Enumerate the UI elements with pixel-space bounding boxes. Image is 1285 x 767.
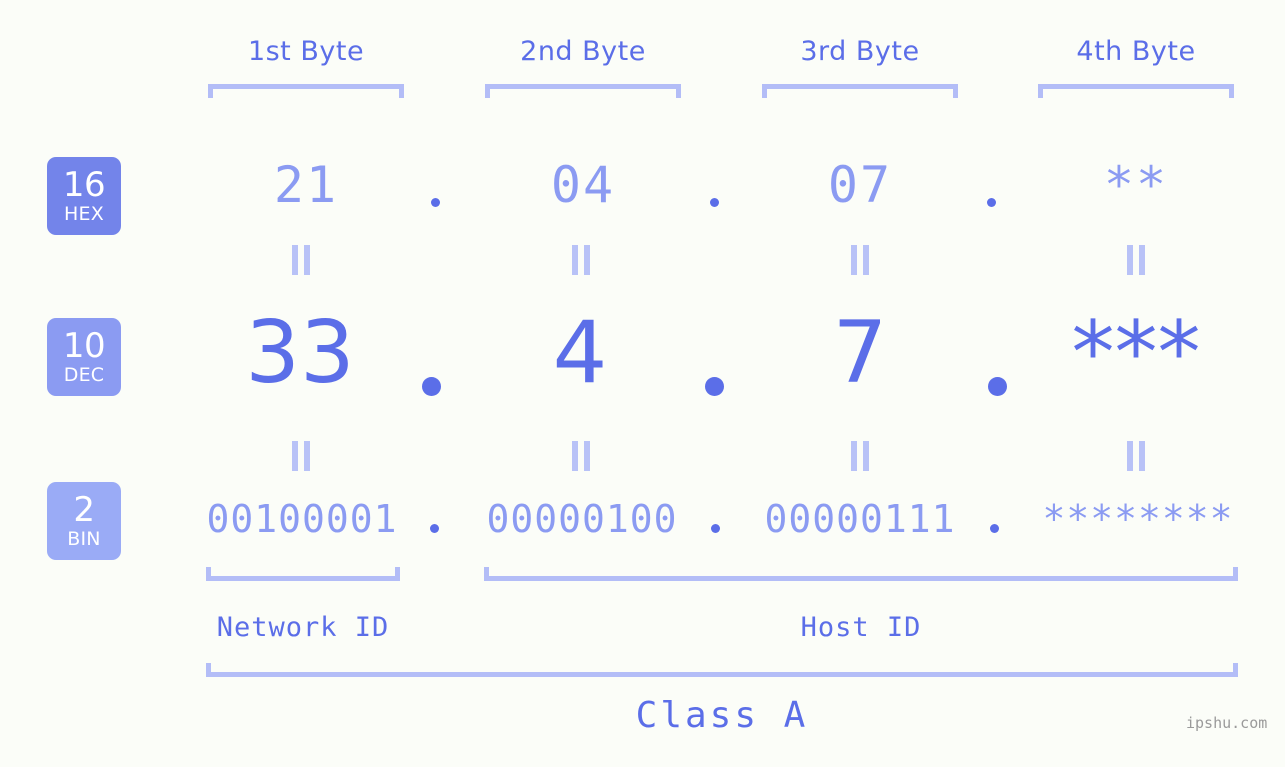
base-badge-bin-number: 2 [73, 490, 95, 530]
equals-icon-hex-dec-1 [290, 245, 312, 275]
bin-byte-3: 00000111 [764, 497, 956, 541]
base-badge-hex-number: 16 [62, 165, 106, 205]
dec-separator-1 [422, 377, 441, 396]
base-badge-hex-name: HEX [64, 203, 104, 225]
dec-byte-1: 33 [245, 303, 355, 403]
byte-header-4: 4th Byte [1076, 36, 1196, 67]
base-badge-bin-name: BIN [67, 528, 101, 550]
host-id-label: Host ID [800, 612, 922, 643]
base-badge-dec-name: DEC [63, 364, 105, 386]
equals-icon-dec-bin-1 [290, 441, 312, 471]
base-badge-bin[interactable]: 2 BIN [47, 482, 121, 560]
dec-byte-3: 7 [832, 303, 888, 403]
base-badge-dec-number: 10 [62, 326, 106, 366]
bin-byte-1: 00100001 [206, 497, 398, 541]
host-id-bracket [484, 567, 1238, 581]
equals-icon-hex-dec-4 [1125, 245, 1147, 275]
byte-bracket-4 [1038, 84, 1234, 98]
equals-icon-dec-bin-3 [849, 441, 871, 471]
dec-separator-2 [705, 377, 724, 396]
dec-byte-2: 4 [552, 303, 608, 403]
ip-byte-diagram: 1st Byte 2nd Byte 3rd Byte 4th Byte 16 H… [0, 0, 1285, 767]
bin-separator-2 [711, 524, 720, 533]
byte-header-2: 2nd Byte [520, 36, 646, 67]
class-bracket [206, 663, 1238, 677]
hex-byte-3: 07 [827, 156, 893, 214]
hex-byte-4: ** [1103, 156, 1169, 214]
hex-byte-2: 04 [550, 156, 616, 214]
hex-separator-1 [431, 198, 440, 207]
base-badge-hex[interactable]: 16 HEX [47, 157, 121, 235]
dec-separator-3 [988, 377, 1007, 396]
hex-byte-1: 21 [273, 156, 339, 214]
bin-byte-4: ******** [1042, 497, 1234, 541]
bin-separator-1 [430, 524, 439, 533]
equals-icon-dec-bin-2 [570, 441, 592, 471]
hex-separator-2 [710, 198, 719, 207]
byte-header-1: 1st Byte [247, 36, 365, 67]
bin-byte-2: 00000100 [486, 497, 678, 541]
bin-separator-3 [990, 524, 999, 533]
byte-header-3: 3rd Byte [800, 36, 920, 67]
class-label: Class A [635, 695, 809, 736]
equals-icon-hex-dec-3 [849, 245, 871, 275]
equals-icon-hex-dec-2 [570, 245, 592, 275]
byte-bracket-3 [762, 84, 958, 98]
byte-bracket-1 [208, 84, 404, 98]
network-id-label: Network ID [216, 612, 390, 643]
network-id-bracket [206, 567, 400, 581]
watermark: ipshu.com [1186, 714, 1268, 732]
equals-icon-dec-bin-4 [1125, 441, 1147, 471]
byte-bracket-2 [485, 84, 681, 98]
base-badge-dec[interactable]: 10 DEC [47, 318, 121, 396]
dec-byte-4: *** [1071, 303, 1201, 403]
hex-separator-3 [987, 198, 996, 207]
